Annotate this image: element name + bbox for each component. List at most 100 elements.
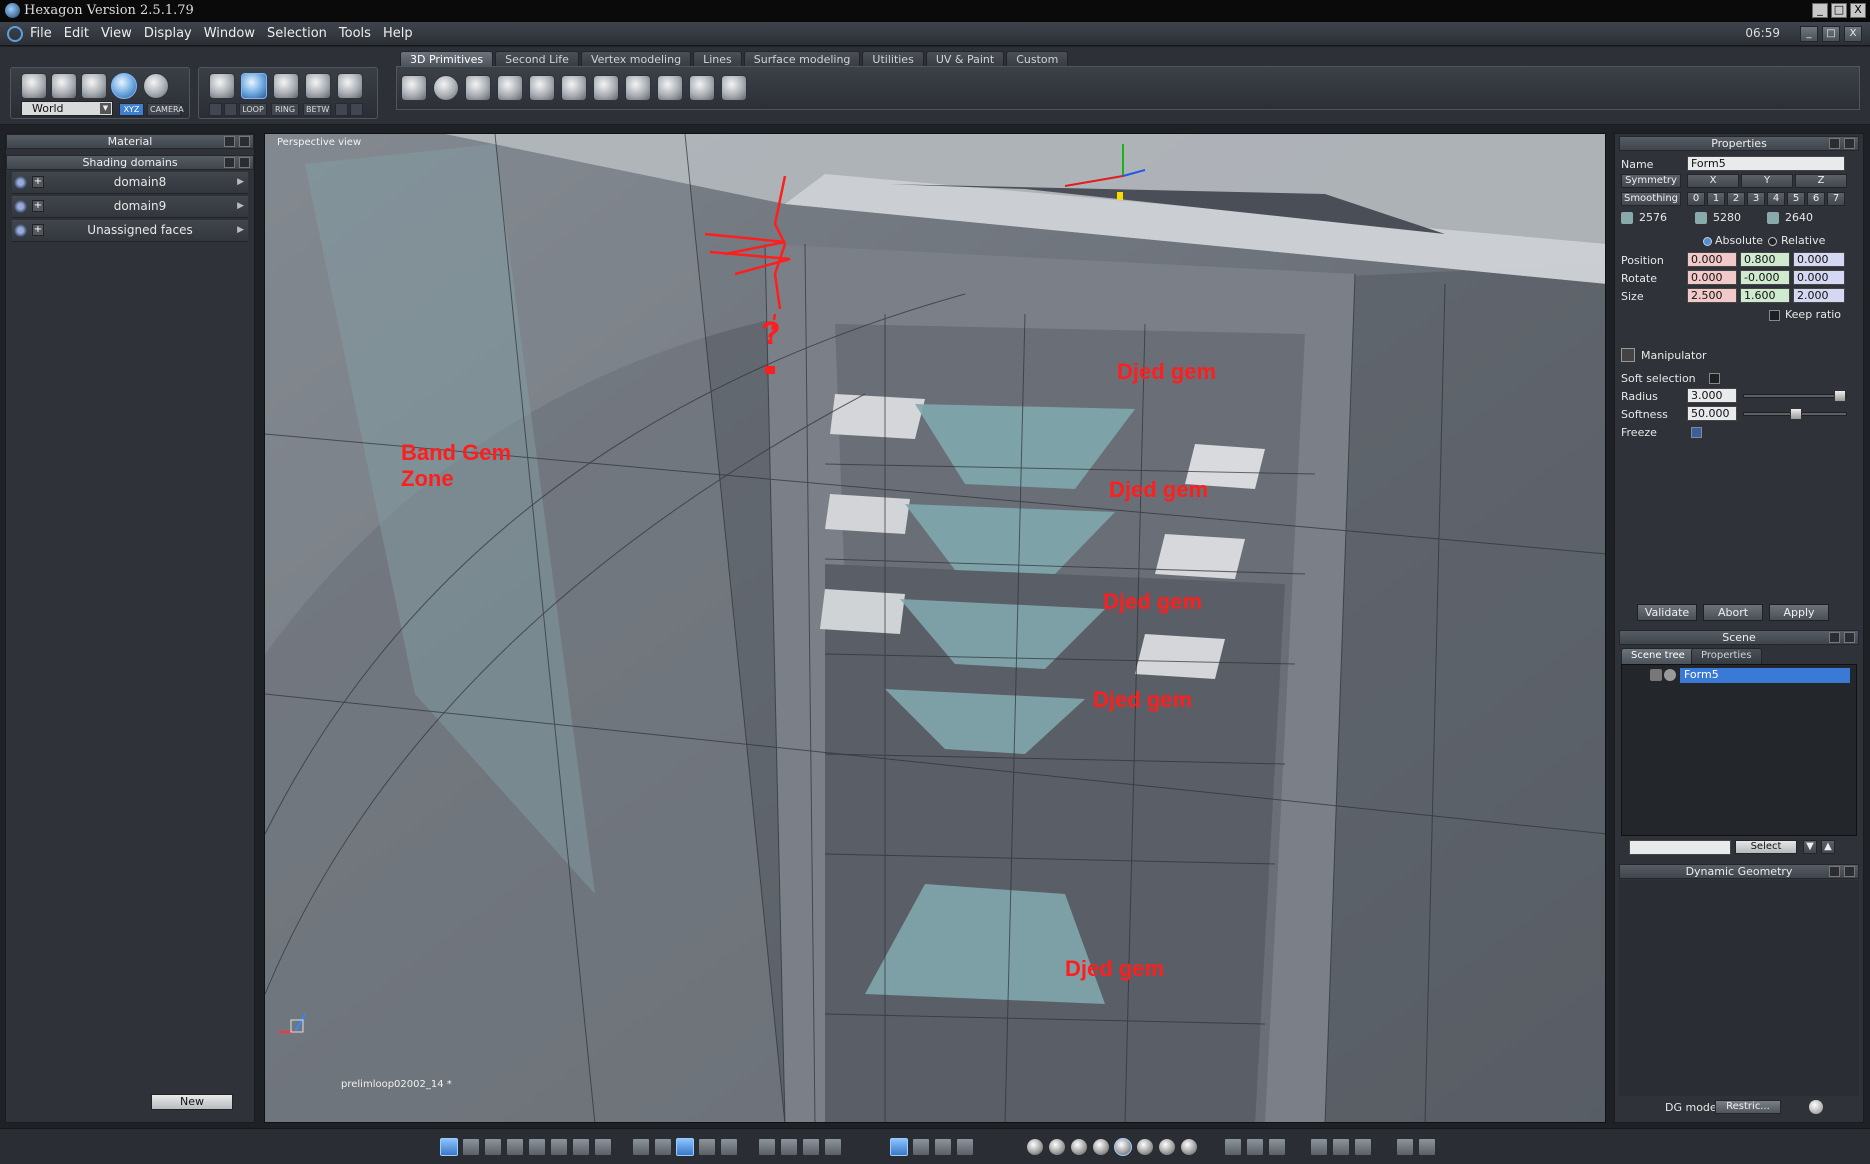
radius-field[interactable]: 3.000 xyxy=(1687,388,1737,403)
app-minimize-button[interactable]: _ xyxy=(1800,26,1818,42)
polyhedron-primitive-icon[interactable] xyxy=(689,75,715,101)
magic-select-icon[interactable] xyxy=(111,73,137,99)
menu-window[interactable]: Window xyxy=(204,26,255,41)
tab-lines[interactable]: Lines xyxy=(693,51,742,67)
plane-primitive-icon[interactable] xyxy=(465,75,491,101)
smoothing-level-6[interactable]: 6 xyxy=(1807,192,1825,206)
close-button[interactable]: X xyxy=(1850,3,1866,18)
validate-button[interactable]: Validate xyxy=(1637,604,1697,621)
cloud-icon[interactable] xyxy=(1310,1138,1328,1156)
flat-shading-icon[interactable] xyxy=(1070,1138,1088,1156)
paint-select-icon[interactable] xyxy=(81,73,107,99)
visibility-icon[interactable] xyxy=(14,176,27,189)
tab-3d-primitives[interactable]: 3D Primitives xyxy=(400,51,494,67)
chevron-right-icon[interactable]: ▶ xyxy=(237,225,244,235)
scroll-down-icon[interactable]: ▼ xyxy=(1803,840,1817,854)
app-close-button[interactable]: X xyxy=(1844,26,1862,42)
expand-icon[interactable] xyxy=(224,157,235,168)
lasso-icon[interactable] xyxy=(51,73,77,99)
collapse-icon[interactable] xyxy=(1829,866,1840,877)
wire-shaded-icon[interactable] xyxy=(1048,1138,1066,1156)
maximize-button[interactable]: □ xyxy=(1831,3,1847,18)
domain-row[interactable]: + domain8 ▶ xyxy=(12,172,248,194)
size-y-field[interactable]: 1.600 xyxy=(1740,288,1790,303)
visibility-icon[interactable] xyxy=(14,200,27,213)
textured-shading-icon[interactable] xyxy=(1158,1138,1176,1156)
split-h-view-icon[interactable] xyxy=(484,1138,502,1156)
softness-slider-knob[interactable] xyxy=(1790,408,1802,420)
torus-primitive-icon[interactable] xyxy=(657,75,683,101)
ring-button[interactable]: RING xyxy=(271,103,299,116)
menu-edit[interactable]: Edit xyxy=(64,26,89,41)
zoom-extents-icon[interactable] xyxy=(758,1138,776,1156)
symmetry-x-button[interactable]: X xyxy=(1687,174,1739,188)
path-select-icon[interactable] xyxy=(224,103,237,116)
eye-icon[interactable] xyxy=(1664,669,1676,681)
xyz-toggle[interactable]: XYZ xyxy=(119,103,144,116)
tab-custom[interactable]: Custom xyxy=(1006,51,1069,67)
single-view-icon[interactable] xyxy=(440,1138,458,1156)
expand-icon[interactable] xyxy=(224,136,235,147)
add-icon[interactable]: + xyxy=(32,200,44,212)
visibility-icon[interactable] xyxy=(14,224,27,237)
menu-display[interactable]: Display xyxy=(144,26,192,41)
cylinder-primitive-icon[interactable] xyxy=(529,75,555,101)
frame-select-icon[interactable] xyxy=(335,103,348,116)
keep-ratio-checkbox[interactable] xyxy=(1769,310,1780,321)
render-icon[interactable] xyxy=(654,1138,672,1156)
shadows-icon[interactable] xyxy=(1246,1138,1264,1156)
lights-icon[interactable] xyxy=(1224,1138,1242,1156)
scene-item-form5[interactable]: Form5 xyxy=(1680,668,1850,683)
triple-view-icon[interactable] xyxy=(528,1138,546,1156)
close-icon[interactable] xyxy=(239,136,250,147)
wireframe-shading-icon[interactable] xyxy=(1026,1138,1044,1156)
rotate-z-field[interactable]: 0.000 xyxy=(1793,270,1845,285)
smoothing-level-3[interactable]: 3 xyxy=(1747,192,1765,206)
name-field[interactable]: Form5 xyxy=(1687,156,1845,171)
camera-toggle[interactable]: CAMERA xyxy=(147,103,184,116)
select-button[interactable]: Select xyxy=(1735,840,1797,854)
cone-primitive-icon[interactable] xyxy=(561,75,587,101)
two-row-view-icon[interactable] xyxy=(572,1138,590,1156)
material-shading-icon[interactable] xyxy=(1136,1138,1154,1156)
grid-icon[interactable] xyxy=(676,1138,694,1156)
ambient-occlusion-icon[interactable] xyxy=(1268,1138,1286,1156)
softness-slider[interactable] xyxy=(1743,408,1847,420)
smooth-wire-shading-icon[interactable] xyxy=(1114,1138,1132,1156)
domain-row[interactable]: + Unassigned faces ▶ xyxy=(12,220,248,242)
tab-second-life[interactable]: Second Life xyxy=(495,51,579,67)
circle-select-icon[interactable] xyxy=(350,103,363,116)
abort-button[interactable]: Abort xyxy=(1703,604,1763,621)
menu-help[interactable]: Help xyxy=(383,26,413,41)
scroll-up-icon[interactable]: ▲ xyxy=(1821,840,1835,854)
close-icon[interactable] xyxy=(1844,866,1855,877)
soft-selection-checkbox[interactable] xyxy=(1709,373,1720,384)
softness-field[interactable]: 50.000 xyxy=(1687,406,1737,421)
smoothing-level-5[interactable]: 5 xyxy=(1787,192,1805,206)
between-button[interactable]: BETW xyxy=(303,103,331,116)
tab-scene-tree[interactable]: Scene tree xyxy=(1621,648,1695,664)
size-z-field[interactable]: 2.000 xyxy=(1793,288,1845,303)
close-icon[interactable] xyxy=(1844,632,1855,643)
smoothing-level-2[interactable]: 2 xyxy=(1727,192,1745,206)
smoothing-level-1[interactable]: 1 xyxy=(1707,192,1725,206)
new-domain-button[interactable]: New xyxy=(151,1094,233,1110)
select-arrow-icon[interactable] xyxy=(21,73,47,99)
rotate-x-field[interactable]: 0.000 xyxy=(1687,270,1737,285)
object-mode-icon[interactable] xyxy=(209,73,235,99)
ghost-select-icon[interactable] xyxy=(143,73,169,99)
radius-slider-knob[interactable] xyxy=(1834,390,1846,402)
close-icon[interactable] xyxy=(239,157,250,168)
tab-surface-modeling[interactable]: Surface modeling xyxy=(743,51,861,67)
menu-tools[interactable]: Tools xyxy=(339,26,371,41)
apply-button[interactable]: Apply xyxy=(1769,604,1829,621)
axis-icon[interactable] xyxy=(912,1138,930,1156)
dg-mode-select[interactable]: Restric... xyxy=(1715,1100,1781,1114)
walk-icon[interactable] xyxy=(890,1138,908,1156)
dg-options-icon[interactable] xyxy=(1809,1100,1823,1114)
domain-row[interactable]: + domain9 ▶ xyxy=(12,196,248,218)
smoothing-level-4[interactable]: 4 xyxy=(1767,192,1785,206)
rotate-y-field[interactable]: -0.000 xyxy=(1740,270,1790,285)
freeze-checkbox[interactable] xyxy=(1691,427,1702,438)
edge-select-icon[interactable] xyxy=(209,103,222,116)
